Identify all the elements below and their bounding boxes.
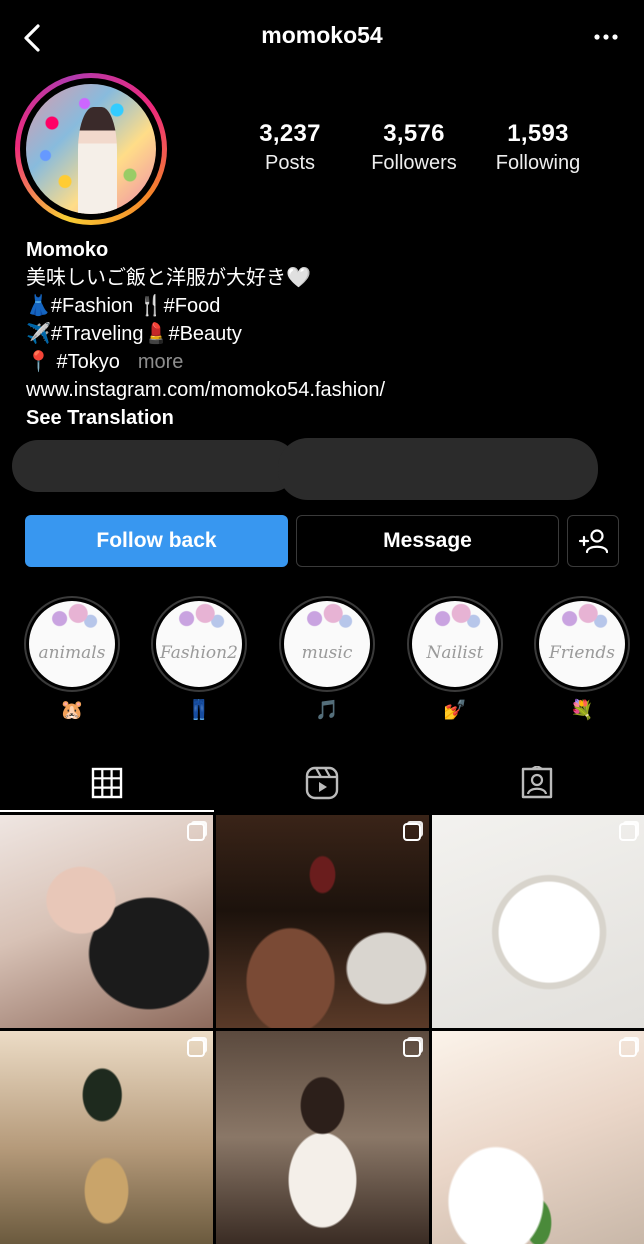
grid-tab[interactable]	[77, 760, 137, 806]
hashtag-food[interactable]: #Food	[164, 295, 221, 317]
carousel-icon	[403, 1039, 421, 1057]
highlight-animals[interactable]: animals 🐹	[24, 596, 120, 722]
bio-line-3: ✈️#Traveling💄#Beauty	[26, 320, 626, 348]
fork-knife-icon: 🍴	[138, 295, 164, 317]
avatar[interactable]	[15, 73, 167, 225]
highlight-music[interactable]: music 🎵	[279, 596, 375, 722]
page-title: momoko54	[261, 22, 383, 48]
hashtag-beauty[interactable]: #Beauty	[168, 323, 241, 345]
following-count: 1,593	[507, 120, 569, 147]
bio-line-1: 美味しいご飯と洋服が大好き🤍	[26, 267, 311, 289]
dress-icon: 👗	[26, 295, 51, 317]
highlight-fashion2[interactable]: Fashion2 👖	[151, 596, 247, 722]
tagged-tab[interactable]	[507, 760, 567, 806]
more-icon	[594, 34, 618, 40]
post-thumbnail[interactable]	[216, 1031, 429, 1244]
see-translation-link[interactable]: See Translation	[26, 404, 626, 432]
stat-posts[interactable]: 3,237 Posts	[230, 120, 350, 175]
post-thumbnail[interactable]	[432, 815, 644, 1028]
stat-followers[interactable]: 3,576 Followers	[354, 120, 474, 175]
nail-polish-icon: 💅	[443, 700, 467, 721]
suggested-users-button[interactable]	[567, 515, 619, 567]
highlight-cover-text: animals	[38, 643, 106, 663]
hashtag-fashion[interactable]: #Fashion	[51, 295, 133, 317]
reels-icon	[305, 766, 339, 800]
carousel-icon	[619, 1039, 637, 1057]
stat-following[interactable]: 1,593 Following	[478, 120, 598, 175]
highlight-friends[interactable]: Friends 💐	[534, 596, 630, 722]
message-button[interactable]: Message	[296, 515, 559, 567]
carousel-icon	[187, 823, 205, 841]
follow-back-button[interactable]: Follow back	[25, 515, 288, 567]
carousel-icon	[403, 823, 421, 841]
highlight-cover-text: Friends	[549, 643, 615, 663]
post-thumbnail[interactable]	[216, 815, 429, 1028]
more-link[interactable]: more	[138, 351, 184, 373]
post-thumbnail[interactable]	[432, 1031, 644, 1244]
redacted-area	[12, 440, 297, 492]
airplane-icon: ✈️	[26, 323, 51, 345]
posts-count: 3,237	[259, 120, 321, 147]
post-thumbnail[interactable]	[0, 1031, 213, 1244]
tagged-icon	[521, 766, 553, 799]
bouquet-icon: 💐	[570, 700, 594, 721]
display-name: Momoko	[26, 239, 109, 261]
hashtag-tokyo[interactable]: #Tokyo	[56, 351, 119, 373]
bio-line-4: 📍 #Tokyo more	[26, 348, 626, 376]
lipstick-icon: 💄	[143, 323, 169, 345]
options-button[interactable]	[588, 22, 624, 52]
followers-count: 3,576	[383, 120, 445, 147]
bio-line-2: 👗#Fashion 🍴#Food	[26, 292, 626, 320]
highlight-nailist[interactable]: Nailist 💅	[407, 596, 503, 722]
reels-tab[interactable]	[292, 760, 352, 806]
carousel-icon	[187, 1039, 205, 1057]
bio: Momoko 美味しいご飯と洋服が大好き🤍 👗#Fashion 🍴#Food ✈…	[26, 236, 626, 432]
website-link[interactable]: www.instagram.com/momoko54.fashion/	[26, 376, 626, 404]
jeans-icon: 👖	[187, 700, 211, 721]
highlight-cover-text: Fashion2	[160, 643, 238, 663]
grid-icon	[91, 767, 123, 799]
pin-icon: 📍	[26, 351, 51, 373]
followers-label: Followers	[371, 152, 457, 174]
highlight-cover-text: Nailist	[426, 643, 484, 663]
following-label: Following	[495, 152, 581, 174]
carousel-icon	[619, 823, 637, 841]
profile-photo	[26, 84, 156, 214]
active-tab-indicator	[0, 810, 214, 812]
post-thumbnail[interactable]	[0, 815, 213, 1028]
highlight-cover-text: music	[301, 643, 353, 663]
redacted-area	[278, 438, 598, 500]
add-person-icon	[578, 529, 608, 554]
hashtag-traveling[interactable]: #Traveling	[51, 323, 144, 345]
hamster-icon: 🐹	[60, 700, 84, 721]
posts-label: Posts	[264, 152, 316, 174]
music-note-icon: 🎵	[315, 700, 339, 721]
